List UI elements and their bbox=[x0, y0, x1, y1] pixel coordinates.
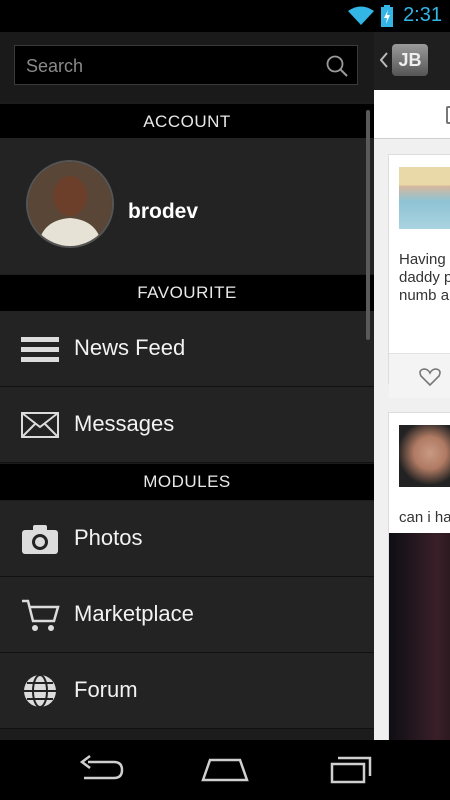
post-card[interactable]: Having daddy p numb a bbox=[388, 154, 450, 398]
post-actions bbox=[389, 353, 450, 398]
drawer-item-label: Marketplace bbox=[74, 601, 194, 626]
avatar[interactable] bbox=[26, 160, 114, 248]
drawer-item-label: Messages bbox=[74, 411, 175, 436]
cart-icon bbox=[22, 599, 60, 631]
post-text-line: can i ha bbox=[399, 509, 450, 526]
tab-icon[interactable] bbox=[446, 106, 450, 124]
post-image[interactable] bbox=[389, 533, 450, 740]
drawer-item-photos[interactable]: Photos bbox=[0, 501, 374, 577]
account-row[interactable]: brodev bbox=[0, 138, 374, 274]
drawer-item-forum[interactable]: Forum bbox=[0, 653, 374, 729]
tab-bar bbox=[374, 90, 450, 139]
wifi-icon bbox=[348, 6, 374, 25]
back-icon[interactable] bbox=[78, 754, 124, 784]
back-chevron-icon[interactable] bbox=[380, 52, 388, 68]
envelope-icon bbox=[21, 412, 59, 438]
post-text-line: Having bbox=[399, 251, 446, 268]
app-logo-text: JB bbox=[398, 50, 422, 70]
section-header-favourite: FAVOURITE bbox=[0, 275, 374, 311]
search-area bbox=[0, 32, 374, 102]
username[interactable]: brodev bbox=[128, 200, 198, 224]
main-content-peek[interactable]: JB Having daddy p numb a can i ha bbox=[374, 32, 450, 740]
drawer-item-marketplace[interactable]: Marketplace bbox=[0, 577, 374, 653]
drawer-scrollbar[interactable] bbox=[366, 110, 370, 340]
heart-icon[interactable] bbox=[419, 368, 441, 386]
post-card[interactable]: can i ha bbox=[388, 412, 450, 740]
system-nav-bar bbox=[0, 740, 450, 800]
globe-icon bbox=[24, 674, 56, 708]
section-header-account: ACCOUNT bbox=[0, 104, 374, 140]
recent-apps-icon[interactable] bbox=[328, 754, 374, 784]
section-header-modules: MODULES bbox=[0, 464, 374, 500]
search-input[interactable] bbox=[15, 46, 328, 86]
clock: 2:31 bbox=[403, 4, 442, 26]
search-box[interactable] bbox=[14, 45, 358, 86]
home-icon[interactable] bbox=[200, 754, 250, 784]
status-bar: 2:31 bbox=[0, 0, 450, 32]
post-avatar[interactable] bbox=[399, 167, 450, 229]
list-icon bbox=[21, 337, 59, 362]
app-logo[interactable]: JB bbox=[392, 44, 428, 76]
drawer-item-messages[interactable]: Messages bbox=[0, 387, 374, 463]
post-text-line: daddy p bbox=[399, 269, 450, 286]
drawer-item-label: News Feed bbox=[74, 335, 186, 360]
battery-charging-icon bbox=[381, 5, 393, 27]
navigation-drawer: ACCOUNT brodev FAVOURITE News Feed Messa… bbox=[0, 32, 374, 740]
action-bar: JB bbox=[374, 32, 450, 90]
search-icon[interactable] bbox=[325, 54, 349, 78]
drawer-item-label: Forum bbox=[74, 677, 138, 702]
drawer-item-label: Photos bbox=[74, 525, 143, 550]
drawer-item-news-feed[interactable]: News Feed bbox=[0, 311, 374, 387]
post-avatar[interactable] bbox=[399, 425, 450, 487]
user-photo bbox=[28, 162, 112, 246]
post-text-line: numb a bbox=[399, 287, 450, 304]
camera-icon bbox=[22, 525, 58, 554]
